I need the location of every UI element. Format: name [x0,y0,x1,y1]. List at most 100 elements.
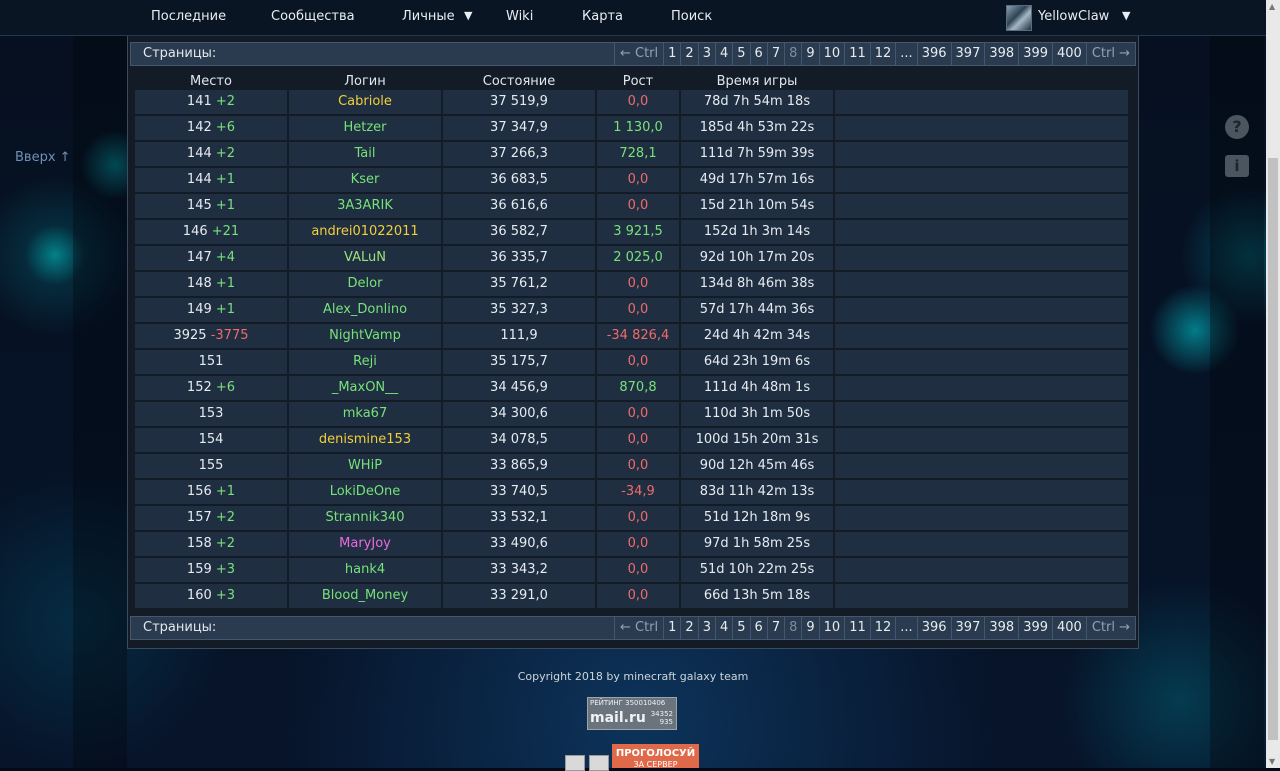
empty-cell [835,272,1128,296]
growth-cell: 0,0 [597,532,679,556]
login-link[interactable]: LokiDeOne [330,484,401,499]
next-page-link[interactable]: Ctrl → [1085,43,1135,65]
login-link[interactable]: Tail [355,146,376,161]
login-cell: denismine153 [289,428,441,452]
place-cell: 155 [135,454,287,478]
page-link[interactable]: 399 [1018,43,1052,65]
place-cell: 145 +1 [135,194,287,218]
page-link[interactable]: 10 [818,43,845,65]
avatar[interactable] [1006,5,1032,31]
place-change: +3 [215,588,236,603]
place-change: +1 [215,172,236,187]
growth-cell: 0,0 [597,558,679,582]
page-link[interactable]: 3 [697,617,715,639]
page-link[interactable]: 6 [749,43,767,65]
login-link[interactable]: 3A3ARIK [337,198,393,213]
login-link[interactable]: andrei01022011 [311,224,418,239]
next-page-link[interactable]: Ctrl → [1085,617,1135,639]
login-link[interactable]: Hetzer [343,120,386,135]
page-link[interactable]: 398 [984,43,1018,65]
login-link[interactable]: Blood_Money [322,588,408,603]
page-link[interactable]: 9 [801,43,818,65]
login-link[interactable]: WHiP [348,458,382,473]
page-link[interactable]: 10 [818,617,845,639]
page-link[interactable]: 7 [766,43,784,65]
page-link[interactable]: 4 [714,617,732,639]
place-value: 153 [198,406,224,421]
nav-wiki[interactable]: Wiki [506,9,533,24]
page-link[interactable]: 397 [950,43,985,65]
login-link[interactable]: _MaxON__ [332,380,398,395]
user-menu-chevron-icon[interactable]: ▼ [1122,9,1130,22]
page-link[interactable]: 9 [801,617,818,639]
playtime-cell: 134d 8h 46m 38s [681,272,833,296]
page-link[interactable]: 400 [1052,43,1086,65]
empty-cell [835,194,1128,218]
scroll-up-icon[interactable]: ▲ [1269,2,1275,11]
page-link[interactable]: 396 [916,43,951,65]
page-link[interactable]: 12 [869,617,896,639]
scrollbar[interactable]: ▲ ▼ [1266,0,1280,768]
page-link[interactable]: 400 [1052,617,1086,639]
page-link[interactable]: 11 [844,43,870,65]
login-link[interactable]: Alex_Donlino [323,302,407,317]
page-link[interactable]: 11 [844,617,870,639]
login-link[interactable]: VALuN [344,250,386,265]
page-link[interactable]: 6 [749,617,767,639]
login-link[interactable]: MaryJoy [339,536,391,551]
copyright: Copyright 2018 by minecraft galaxy team [517,670,749,683]
login-link[interactable]: Reji [353,354,377,369]
banner-button[interactable] [565,755,585,771]
page-link[interactable]: 7 [766,617,784,639]
login-link[interactable]: Delor [348,276,383,291]
page-link[interactable]: 8 [784,43,801,65]
login-link[interactable]: NightVamp [329,328,401,343]
banner-button[interactable] [589,755,609,771]
scrollbar-thumb[interactable] [1268,158,1278,740]
page-link[interactable]: 396 [916,617,951,639]
page-link[interactable]: 399 [1018,617,1052,639]
nav-personal[interactable]: Личные [402,9,455,24]
prev-page-link[interactable]: ← Ctrl [613,43,663,65]
state-cell: 37 266,3 [443,142,595,166]
prev-page-link[interactable]: ← Ctrl [613,617,663,639]
rating-container: Страницы: ← Ctrl 1 2 3 4 5 6 7 8 9 10 11 12... 396 397… [127,36,1139,649]
scroll-down-icon[interactable]: ▼ [1269,757,1275,766]
vote-button[interactable]: ПРОГОЛОСУЙ ЗА СЕРВЕР [612,744,699,769]
page-link[interactable]: 1 [663,43,680,65]
scroll-to-top-link[interactable]: Вверх ↑ [15,150,71,165]
login-link[interactable]: denismine153 [319,432,411,447]
page-link[interactable]: 12 [869,43,896,65]
login-cell: _MaxON__ [289,376,441,400]
page-link[interactable]: 397 [950,617,985,639]
vote-label: ПРОГОЛОСУЙ [615,748,696,759]
page-link[interactable]: 2 [680,43,697,65]
page-link[interactable]: 398 [984,617,1018,639]
username[interactable]: YellowClaw [1038,9,1109,24]
nav-recent[interactable]: Последние [151,9,226,24]
nav-search[interactable]: Поиск [671,9,712,24]
mailru-counter[interactable]: РЕЙТИНГ 350010406 mail.ru 34352 935 [587,697,677,730]
info-icon[interactable]: i [1225,155,1249,177]
nav-communities[interactable]: Сообщества [271,9,355,24]
login-link[interactable]: Strannik340 [325,510,404,525]
login-link[interactable]: hank4 [345,562,385,577]
nav-map[interactable]: Карта [582,9,623,24]
login-link[interactable]: Cabriole [338,94,392,109]
page-link[interactable]: 5 [732,617,749,639]
chevron-down-icon[interactable]: ▼ [464,9,472,22]
login-link[interactable]: Kser [351,172,380,187]
playtime-cell: 90d 12h 45m 46s [681,454,833,478]
page-link[interactable]: ... [895,43,916,65]
login-link[interactable]: mka67 [343,406,387,421]
place-value: 160 [186,588,212,603]
page-link[interactable]: 5 [732,43,749,65]
page-link[interactable]: 4 [714,43,732,65]
page-link[interactable]: 3 [697,43,715,65]
empty-cell [835,532,1128,556]
page-link[interactable]: 8 [784,617,801,639]
page-link[interactable]: 2 [680,617,697,639]
page-link[interactable]: ... [895,617,916,639]
page-link[interactable]: 1 [663,617,680,639]
help-icon[interactable]: ? [1225,115,1249,139]
